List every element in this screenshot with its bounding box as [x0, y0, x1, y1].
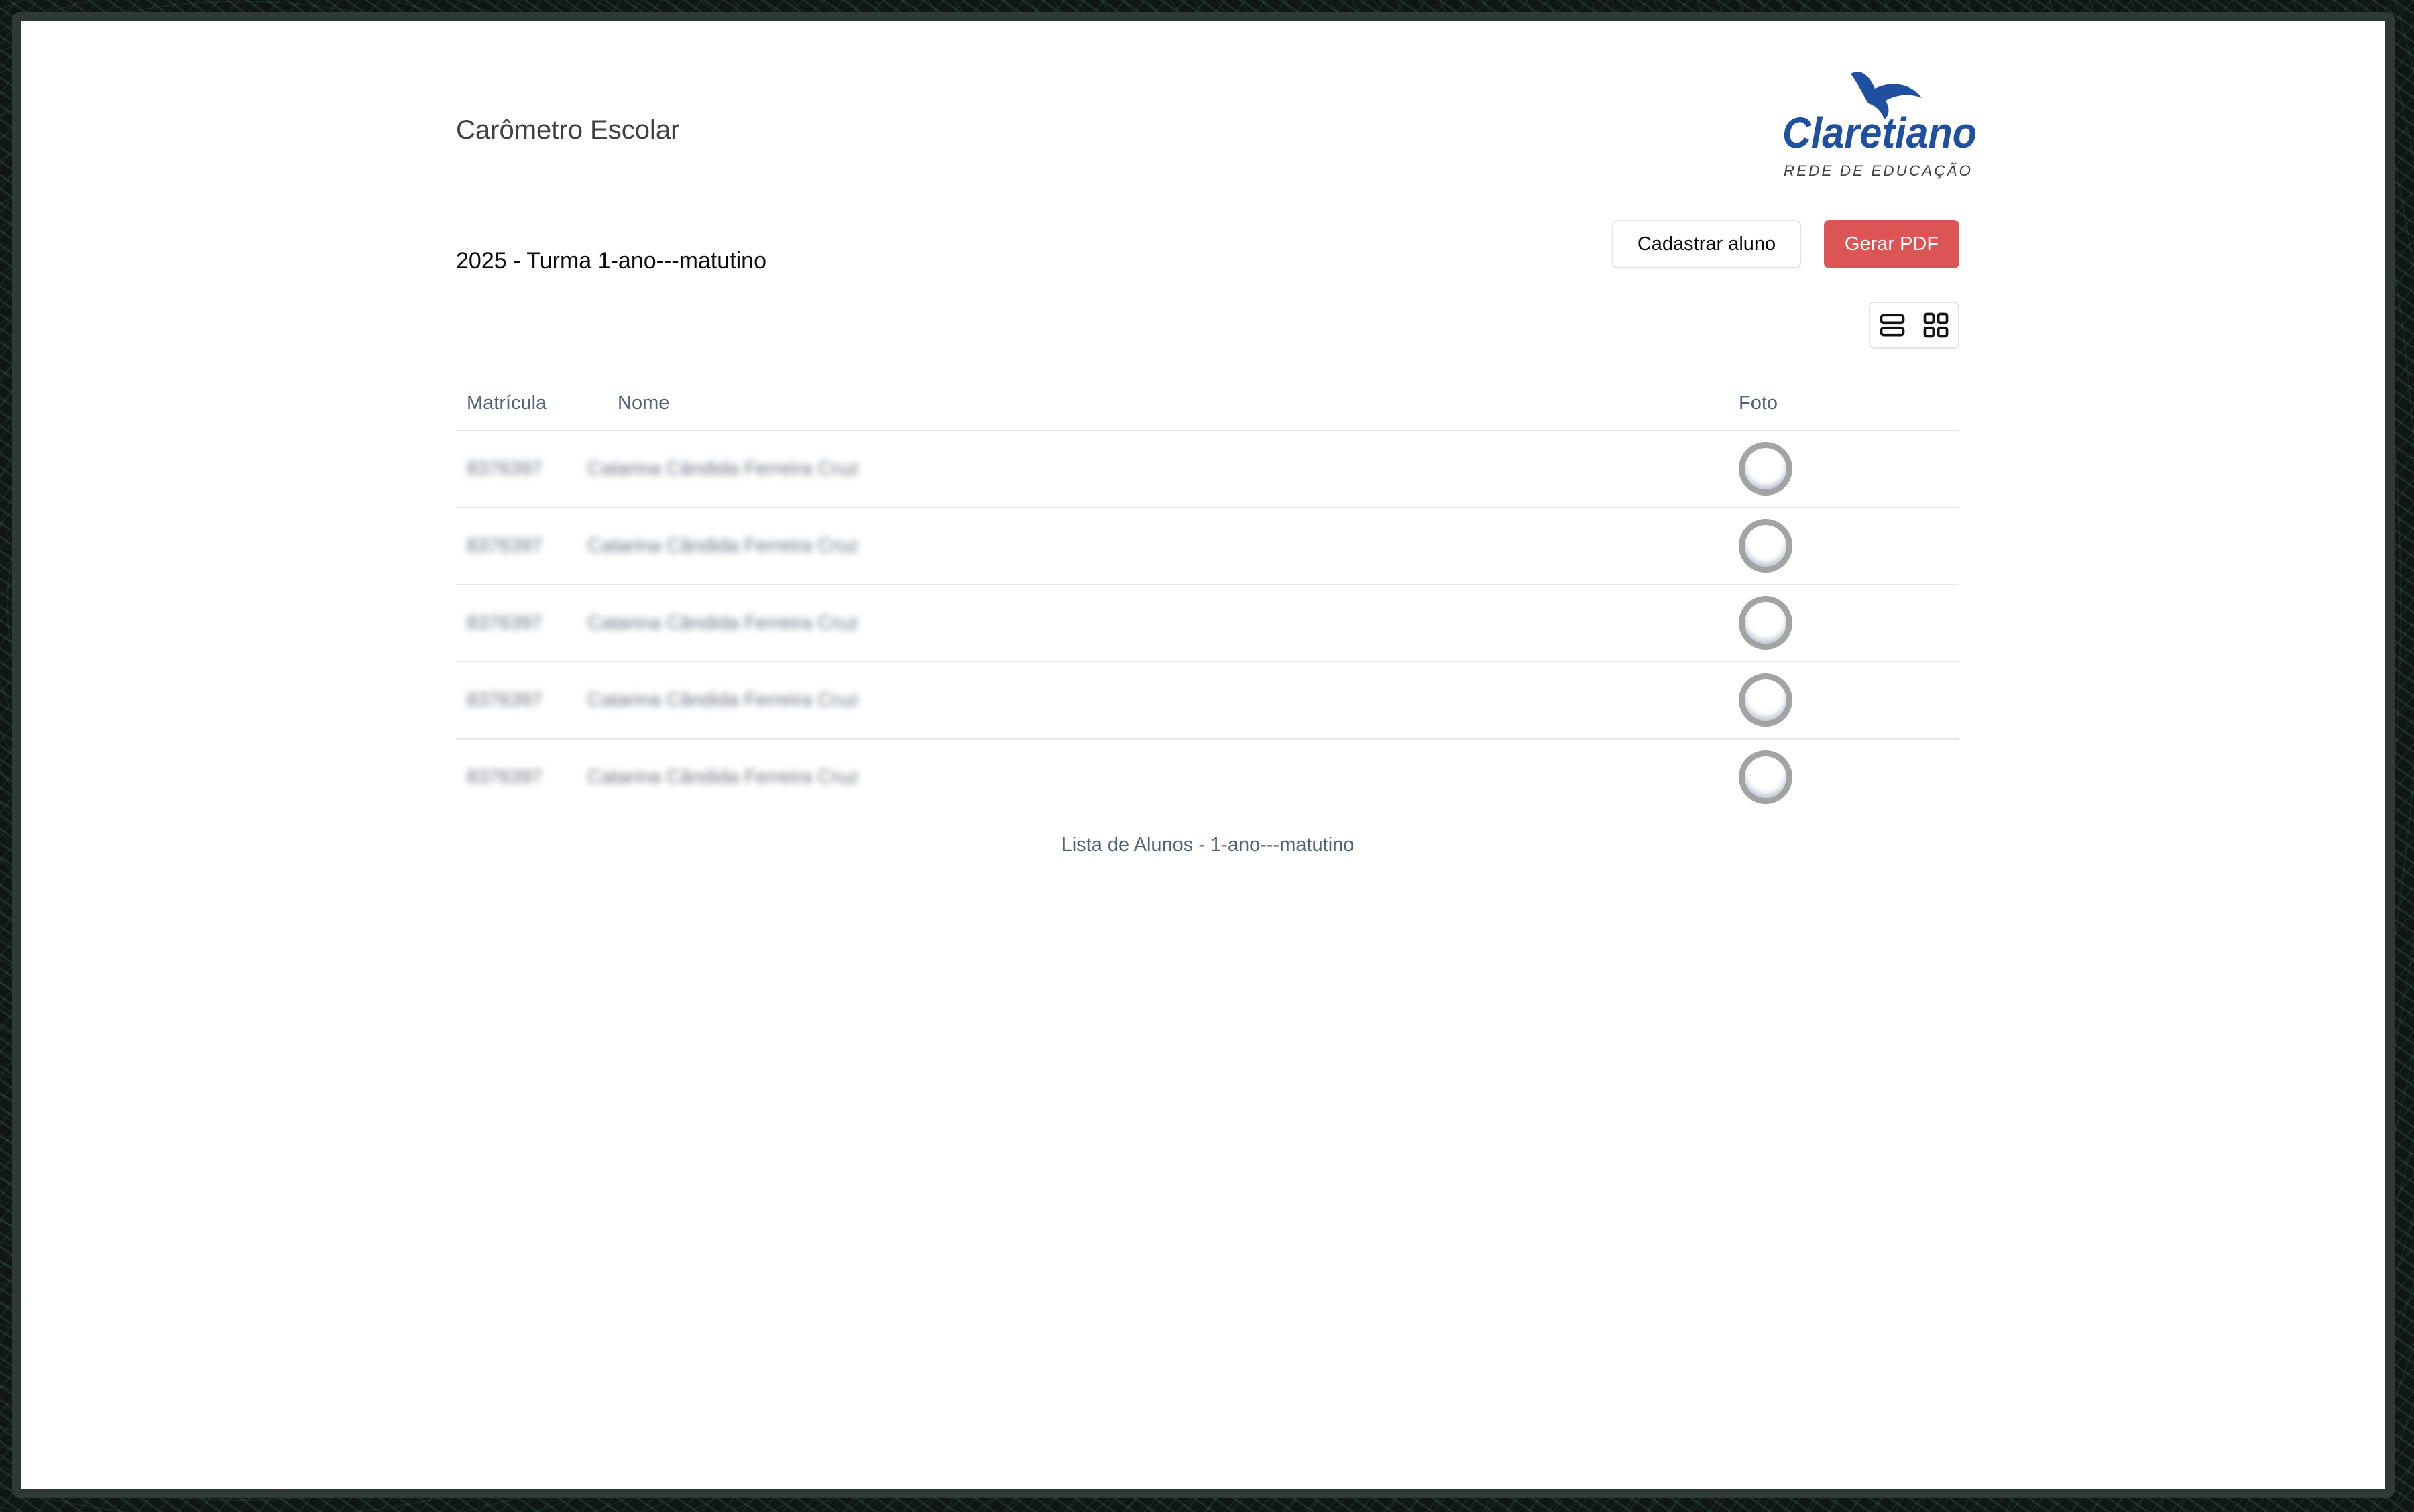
cell-nome: Catarina Cândida Ferreira Cruz	[587, 612, 859, 634]
cell-matricula: 8376397	[467, 766, 542, 788]
column-header-foto: Foto	[1739, 392, 1778, 414]
student-photo[interactable]	[1739, 519, 1792, 573]
table-row[interactable]: 8376397 Catarina Cândida Ferreira Cruz	[456, 431, 1959, 508]
student-photo[interactable]	[1739, 673, 1792, 727]
table-header: Matrícula Nome Foto	[456, 373, 1959, 431]
cell-nome: Catarina Cândida Ferreira Cruz	[587, 458, 859, 479]
column-header-matricula: Matrícula	[467, 392, 547, 414]
list-view-button[interactable]	[1870, 303, 1914, 347]
student-photo[interactable]	[1739, 442, 1792, 496]
cell-matricula: 8376397	[467, 689, 542, 711]
class-title: 2025 - Turma 1-ano---matutino	[456, 248, 766, 274]
table-row[interactable]: 8376397 Catarina Cândida Ferreira Cruz	[456, 662, 1959, 740]
cell-matricula: 8376397	[467, 535, 542, 557]
logo-tagline: REDE DE EDUCAÇÃO	[1784, 162, 1973, 179]
cell-nome: Catarina Cândida Ferreira Cruz	[587, 689, 859, 711]
app-title: Carômetro Escolar	[456, 115, 680, 145]
students-table: Matrícula Nome Foto 8376397 Catarina Cân…	[456, 373, 1959, 815]
table-row[interactable]: 8376397 Catarina Cândida Ferreira Cruz	[456, 585, 1959, 662]
column-header-nome: Nome	[618, 392, 670, 414]
cell-nome: Catarina Cândida Ferreira Cruz	[587, 535, 859, 557]
claretiano-logo: Claretiano REDE DE EDUCAÇÃO	[1782, 72, 1977, 179]
table-caption: Lista de Alunos - 1-ano---matutino	[1061, 834, 1355, 856]
view-toggle	[1869, 302, 1959, 349]
app-window: Carômetro Escolar Claretiano REDE DE EDU…	[12, 12, 2395, 1498]
cell-matricula: 8376397	[467, 458, 542, 479]
register-student-button[interactable]: Cadastrar aluno	[1612, 220, 1801, 268]
table-row[interactable]: 8376397 Catarina Cândida Ferreira Cruz	[456, 740, 1959, 815]
grid-icon	[1923, 312, 1949, 338]
generate-pdf-button[interactable]: Gerar PDF	[1824, 220, 1959, 268]
logo-wordmark: Claretiano	[1782, 109, 1977, 157]
cell-nome: Catarina Cândida Ferreira Cruz	[587, 766, 859, 788]
page: Carômetro Escolar Claretiano REDE DE EDU…	[21, 21, 2385, 1489]
cell-matricula: 8376397	[467, 612, 542, 634]
student-photo[interactable]	[1739, 596, 1792, 650]
table-row[interactable]: 8376397 Catarina Cândida Ferreira Cruz	[456, 508, 1959, 585]
rows-icon	[1880, 314, 1905, 337]
grid-view-button[interactable]	[1914, 303, 1959, 347]
student-photo[interactable]	[1739, 750, 1792, 804]
